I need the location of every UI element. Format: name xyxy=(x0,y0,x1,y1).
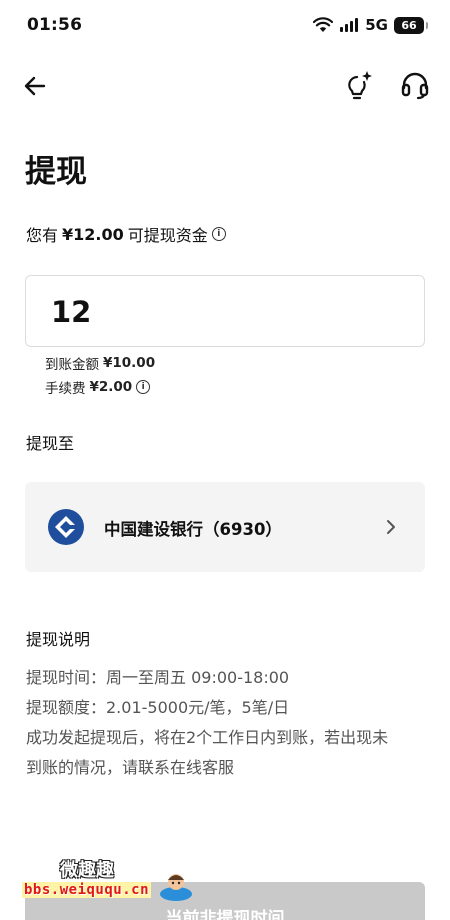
arrival-value: ¥10.00 xyxy=(103,355,156,371)
fee-value: ¥2.00 xyxy=(89,379,133,395)
amount-input-box xyxy=(25,275,425,347)
info-icon[interactable]: i xyxy=(211,227,226,241)
balance-suffix: 可提现资金 xyxy=(127,226,208,245)
arrival-label: 到账金额 xyxy=(45,357,99,373)
bank-name: 中国建设银行（6930） xyxy=(104,520,282,539)
headset-support-icon[interactable] xyxy=(400,70,430,100)
arrival-amount-row: 到账金额 ¥10.00 xyxy=(45,353,155,373)
bank-card-selector[interactable]: 中国建设银行（6930） xyxy=(25,482,425,572)
watermark: 微趣趣 bbs.weiququ.cn xyxy=(22,854,202,914)
signal-icon xyxy=(340,18,359,32)
status-indicators: 5G 66 xyxy=(313,14,428,36)
fee-row: 手续费 ¥2.00 i xyxy=(45,377,151,397)
description-line: 提现额度：2.01-5000元/笔，5笔/日 xyxy=(26,698,290,717)
description-title: 提现说明 xyxy=(26,630,91,649)
balance-amount: ¥12.00 xyxy=(62,224,124,244)
page-title: 提现 xyxy=(25,154,87,190)
battery-icon: 66 xyxy=(394,16,428,34)
description-line: 成功发起提现后，将在2个工作日内到账，若出现未 xyxy=(26,728,389,747)
network-type: 5G xyxy=(365,16,388,34)
available-balance: 您有 ¥12.00 可提现资金 i xyxy=(26,222,226,246)
wifi-icon xyxy=(313,17,334,32)
watermark-text: 微趣趣 xyxy=(60,860,114,881)
status-time: 01:56 xyxy=(27,15,83,35)
fee-info-icon[interactable]: i xyxy=(136,380,151,394)
fee-label: 手续费 xyxy=(45,381,86,397)
chevron-right-icon xyxy=(387,520,395,534)
back-arrow-icon[interactable] xyxy=(22,72,50,100)
lightbulb-tip-icon[interactable] xyxy=(344,70,374,102)
description-line: 到账的情况，请联系在线客服 xyxy=(26,758,235,777)
watermark-url: bbs.weiququ.cn xyxy=(22,882,152,898)
description-line: 提现时间：周一至周五 09:00-18:00 xyxy=(26,668,290,687)
balance-prefix: 您有 xyxy=(26,226,59,245)
withdraw-to-label: 提现至 xyxy=(26,434,75,453)
watermark-mascot-icon xyxy=(160,874,192,901)
ccb-bank-logo-icon xyxy=(48,509,84,545)
nav-bar xyxy=(0,64,450,108)
amount-input[interactable] xyxy=(51,292,401,332)
status-bar: 01:56 5G 66 xyxy=(0,0,450,52)
